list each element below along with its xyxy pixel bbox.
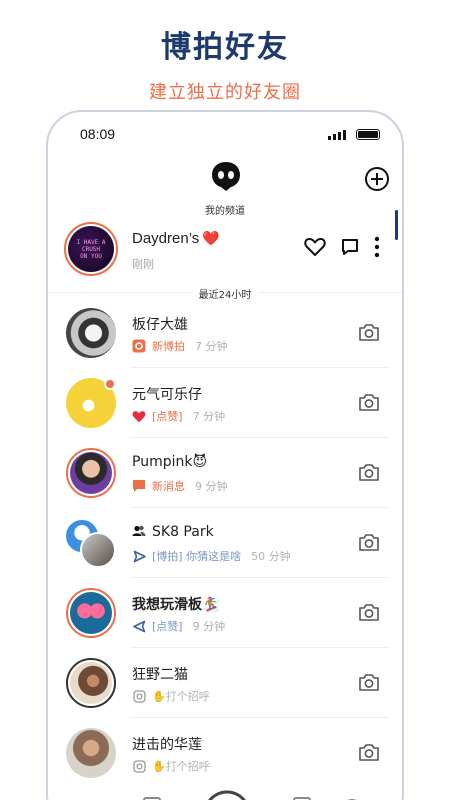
- friend-name: Pumpink😈: [132, 454, 208, 470]
- camera-icon[interactable]: [358, 742, 380, 762]
- list-item[interactable]: 狂野二猫 ✋打个招呼: [48, 648, 402, 718]
- group-avatar[interactable]: [64, 516, 118, 570]
- list-item[interactable]: SK8 Park [博拍] 你猜这是啥 50 分钟: [48, 508, 402, 578]
- signal-icon: [328, 130, 346, 140]
- status-time: 9 分钟: [195, 480, 228, 493]
- bottom-tab-bar: [48, 784, 402, 800]
- avatar-text-line: I HAVE A: [76, 238, 106, 246]
- app-logo-icon[interactable]: [211, 160, 241, 192]
- camera-icon[interactable]: [358, 462, 380, 482]
- avatar-text-line: CRUSH: [81, 245, 101, 253]
- comment-icon[interactable]: [340, 237, 360, 257]
- friend-status: [点赞] 9 分钟: [132, 618, 225, 634]
- heart-outline-icon[interactable]: [304, 237, 326, 257]
- status-text: ✋打个招呼: [152, 760, 210, 773]
- my-channel-row[interactable]: I HAVE A CRUSH ON YOU Daydren’s ❤️ 刚刚: [48, 220, 402, 290]
- friend-name: SK8 Park: [132, 524, 214, 541]
- friend-name: 元气可乐仔: [132, 387, 202, 403]
- group-name: SK8 Park: [152, 524, 214, 540]
- friend-list: 板仔大雄 新博拍 7 分钟 元气可乐仔 [点赞] 7 分钟 Pumpink😈 新…: [48, 298, 402, 788]
- list-item[interactable]: Pumpink😈 新消息 9 分钟: [48, 438, 402, 508]
- status-time: 9 分钟: [192, 620, 226, 633]
- channel-timestamp: 刚刚: [132, 258, 154, 271]
- list-item[interactable]: 板仔大雄 新博拍 7 分钟: [48, 298, 402, 368]
- promo-subtitle: 建立独立的好友圈: [149, 82, 301, 103]
- avatar-text-line: ON YOU: [80, 252, 102, 260]
- channel-avatar[interactable]: I HAVE A CRUSH ON YOU: [64, 222, 118, 276]
- camera-icon[interactable]: [358, 602, 380, 622]
- camera-icon[interactable]: [358, 322, 380, 342]
- bottom-tab-icons: [143, 790, 357, 800]
- avatar[interactable]: [66, 448, 116, 498]
- group-icon: [132, 525, 146, 541]
- camera-icon[interactable]: [358, 392, 380, 412]
- channel-actions: [304, 236, 380, 258]
- status-text: [点赞]: [152, 620, 183, 633]
- heart-filled-icon: [132, 409, 146, 423]
- channel-name-text: Daydren’s: [132, 230, 200, 247]
- group-avatar-b: [80, 532, 116, 568]
- camera-icon[interactable]: [358, 672, 380, 692]
- friend-name: 狂野二猫: [132, 667, 188, 683]
- list-item[interactable]: 进击的华莲 ✋打个招呼: [48, 718, 402, 788]
- avatar[interactable]: [66, 728, 116, 778]
- status-time: 7 分钟: [192, 410, 226, 423]
- promo-title: 博拍好友: [161, 30, 289, 65]
- channel-name: Daydren’s ❤️: [132, 230, 220, 247]
- friend-name: 进击的华莲: [132, 737, 202, 753]
- instagram-icon: [132, 759, 146, 773]
- unread-dot: [104, 378, 116, 390]
- friend-status: 新消息 9 分钟: [132, 478, 228, 494]
- send-left-icon: [132, 619, 146, 633]
- status-text: 新博拍: [152, 340, 185, 353]
- friend-status: [博拍] 你猜这是啥 50 分钟: [132, 548, 291, 564]
- send-icon: [132, 549, 146, 563]
- more-vertical-icon[interactable]: [374, 236, 380, 258]
- status-bar: 08:09: [48, 126, 402, 146]
- status-text: 新消息: [152, 480, 185, 493]
- chat-filled-icon: [132, 479, 146, 493]
- status-time: 7 分钟: [195, 340, 228, 353]
- friend-status: 新博拍 7 分钟: [132, 338, 228, 354]
- friend-status: ✋打个招呼: [132, 688, 220, 704]
- friend-status: ✋打个招呼: [132, 758, 220, 774]
- friend-name: 我想玩滑板🏂: [132, 597, 220, 613]
- status-text: [点赞]: [152, 410, 183, 423]
- battery-icon: [356, 129, 380, 140]
- list-item[interactable]: 我想玩滑板🏂 [点赞] 9 分钟: [48, 578, 402, 648]
- add-friend-icon[interactable]: [364, 166, 390, 192]
- avatar[interactable]: [66, 588, 116, 638]
- status-text: [博拍] 你猜这是啥: [152, 550, 242, 563]
- section-label-my-channel: 我的频道: [205, 206, 245, 217]
- status-time: 08:09: [80, 126, 116, 142]
- avatar[interactable]: [66, 658, 116, 708]
- avatar[interactable]: [66, 308, 116, 358]
- record-icon: [132, 339, 146, 353]
- phone-frame: 08:09 我的频道 I HAVE A CRUSH ON YOU Daydren…: [46, 110, 404, 800]
- status-time: 50 分钟: [251, 550, 291, 563]
- camera-icon[interactable]: [358, 532, 380, 552]
- channel-name-emoji: ❤️: [202, 230, 220, 246]
- friend-name: 板仔大雄: [132, 317, 188, 333]
- friend-status: [点赞] 7 分钟: [132, 408, 225, 424]
- instagram-icon: [132, 689, 146, 703]
- status-text: ✋打个招呼: [152, 690, 210, 703]
- list-item[interactable]: 元气可乐仔 [点赞] 7 分钟: [48, 368, 402, 438]
